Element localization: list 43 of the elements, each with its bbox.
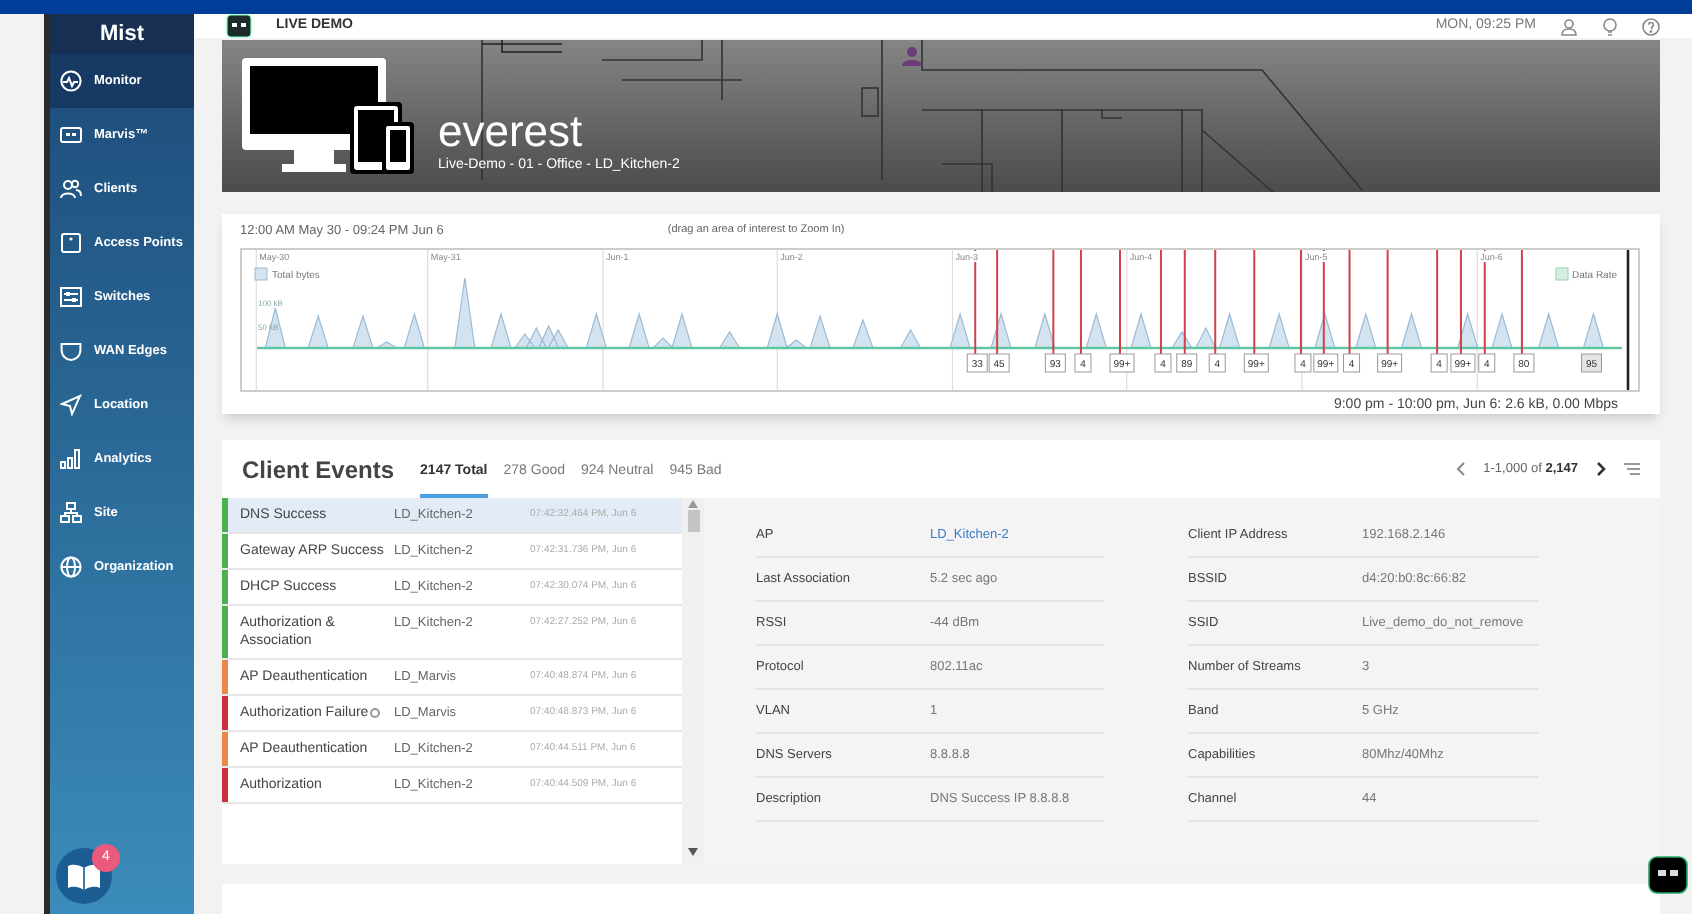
event-line xyxy=(1520,250,1523,355)
gauge-icon xyxy=(60,70,82,92)
site-name: everest xyxy=(438,108,585,156)
event-line xyxy=(996,250,999,355)
chevron-left-icon[interactable] xyxy=(1455,462,1466,476)
navigation-arrow-icon xyxy=(60,394,82,416)
filter-icon[interactable] xyxy=(1624,462,1640,476)
hierarchy-icon xyxy=(60,502,82,524)
event-line xyxy=(1052,250,1055,355)
lightbulb-icon[interactable] xyxy=(1602,17,1618,35)
help-icon[interactable] xyxy=(1642,17,1660,35)
chevron-right-icon[interactable] xyxy=(1596,462,1606,476)
robot-face-icon[interactable] xyxy=(1648,856,1688,894)
sliders-icon xyxy=(60,286,82,308)
cursor-line xyxy=(1626,250,1630,390)
scroll-thumb[interactable] xyxy=(687,510,699,532)
legend-swatch xyxy=(1555,267,1569,281)
event-line xyxy=(974,250,977,355)
user-icon[interactable] xyxy=(1560,17,1578,35)
event-line xyxy=(1119,250,1121,355)
event-line xyxy=(1386,250,1389,355)
bar-chart-icon xyxy=(60,448,82,470)
scrollbar[interactable] xyxy=(682,498,704,864)
event-line xyxy=(1214,250,1217,355)
event-line xyxy=(1299,250,1302,355)
event-line xyxy=(1253,250,1256,355)
event-line xyxy=(1436,250,1439,355)
book-icon xyxy=(66,863,102,889)
scroll-down-icon[interactable] xyxy=(688,848,698,856)
event-line xyxy=(1459,250,1462,355)
event-line xyxy=(1348,250,1351,355)
event-line xyxy=(1079,250,1082,355)
globe-icon xyxy=(60,556,82,578)
logo: Mist xyxy=(100,19,144,50)
event-line xyxy=(1483,250,1486,355)
robot-face-icon xyxy=(60,124,82,146)
section-title: Client Events xyxy=(242,453,395,487)
event-line xyxy=(1183,250,1186,355)
event-line xyxy=(1159,250,1162,355)
people-icon xyxy=(60,178,82,200)
shield-icon xyxy=(60,340,82,362)
legend-swatch xyxy=(254,267,268,281)
event-line xyxy=(1322,250,1325,355)
